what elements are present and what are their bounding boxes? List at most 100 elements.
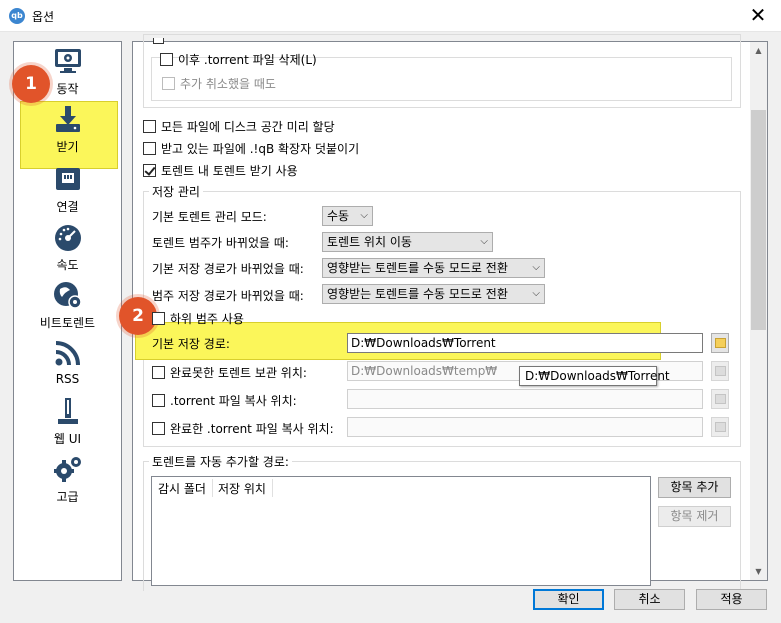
checkbox-box[interactable] — [162, 77, 175, 90]
sidebar-item-advanced[interactable]: 고급 — [14, 454, 121, 505]
checkbox-label: 완료못한 토렌트 보관 위치: — [170, 366, 307, 380]
browse-copy-torrent-button[interactable] — [711, 389, 729, 409]
watched-folders-table[interactable]: 감시 폴더 저장 위치 — [151, 476, 651, 586]
browse-default-path-button[interactable] — [711, 333, 729, 353]
category-path-changed-select[interactable]: 영향받는 토렌트를 수동 모드로 전환 ⌵ — [322, 284, 545, 304]
chevron-down-icon: ⌵ — [480, 236, 488, 247]
also-when-cancelled-checkbox[interactable]: 추가 취소했을 때도 — [162, 75, 276, 92]
column-divider — [212, 479, 213, 497]
content-scrollbar[interactable]: ▲ ▼ — [750, 42, 767, 580]
behavior-icon — [54, 49, 81, 73]
folder-icon — [715, 366, 726, 376]
add-watch-folder-button[interactable]: 항목 추가 — [658, 477, 731, 498]
checkbox-box[interactable] — [152, 422, 165, 435]
delete-torrent-after-checkbox[interactable]: 이후 .torrent 파일 삭제(L) — [160, 51, 317, 68]
sidebar-item-rss[interactable]: RSS — [14, 338, 121, 386]
column-divider — [272, 479, 273, 497]
sidebar-item-label: RSS — [55, 372, 80, 386]
select-value: 영향받는 토렌트를 수동 모드로 전환 — [327, 287, 508, 301]
checkbox-label: .torrent 파일 복사 위치: — [170, 394, 297, 408]
scrolled-checkbox — [153, 38, 164, 44]
default-mode-select[interactable]: 수동 ⌵ — [322, 206, 373, 226]
select-value: 수동 — [327, 209, 350, 223]
rss-icon — [55, 341, 80, 366]
sidebar-item-webui[interactable]: 웹 UI — [14, 396, 121, 447]
sidebar-item-label: 고급 — [56, 490, 79, 504]
browse-incomplete-path-button[interactable] — [711, 361, 729, 381]
folder-icon — [715, 338, 726, 348]
webui-icon — [57, 398, 78, 424]
bittorrent-icon — [53, 282, 82, 309]
checkbox-box[interactable] — [143, 142, 156, 155]
remove-watch-folder-button[interactable]: 항목 제거 — [658, 506, 731, 527]
default-save-path-input[interactable]: D:₩Downloads₩Torrent — [347, 333, 703, 353]
preallocate-checkbox[interactable]: 모든 파일에 디스크 공간 미리 할당 — [143, 118, 335, 135]
category-changed-select[interactable]: 토렌트 위치 이동 ⌵ — [322, 232, 493, 252]
default-path-changed-label: 기본 저장 경로가 바뀌었을 때: — [152, 262, 304, 276]
copy-torrent-files-input[interactable] — [347, 389, 703, 409]
default-save-path-label: 기본 저장 경로: — [152, 337, 230, 351]
sidebar-item-label: 연결 — [56, 200, 79, 214]
title-bar: qb 옵션 ✕ — [0, 0, 781, 32]
scroll-down-icon[interactable]: ▼ — [750, 563, 767, 580]
copy-torrent-files-checkbox[interactable]: .torrent 파일 복사 위치: — [152, 392, 297, 409]
append-qb-extension-checkbox[interactable]: 받고 있는 파일에 .!qB 확장자 덧붙이기 — [143, 140, 359, 157]
category-changed-label: 토렌트 범주가 바뀌었을 때: — [152, 236, 289, 250]
window-title: 옵션 — [32, 10, 55, 24]
sidebar-item-connection[interactable]: 연결 — [14, 164, 121, 215]
column-header-save-location[interactable]: 저장 위치 — [218, 480, 266, 497]
checkbox-label: 토렌트 내 토렌트 받기 사용 — [161, 164, 298, 178]
checkbox-box[interactable] — [152, 366, 165, 379]
chevron-down-icon: ⌵ — [360, 210, 368, 221]
recursive-download-checkbox[interactable]: 토렌트 내 토렌트 받기 사용 — [143, 162, 298, 179]
use-subcategories-checkbox[interactable]: 하위 범주 사용 — [152, 310, 244, 327]
connection-icon — [55, 168, 80, 190]
checkbox-box[interactable] — [143, 120, 156, 133]
sidebar-item-bittorrent[interactable]: 비트토렌트 — [14, 280, 121, 331]
advanced-icon — [53, 457, 81, 482]
sidebar-item-downloads[interactable]: 받기 — [14, 101, 121, 169]
checkbox-label: 받고 있는 파일에 .!qB 확장자 덧붙이기 — [161, 142, 360, 156]
chevron-down-icon: ⌵ — [532, 262, 540, 273]
checkbox-label: 이후 .torrent 파일 삭제(L) — [178, 53, 317, 67]
copy-finished-torrent-checkbox[interactable]: 완료한 .torrent 파일 복사 위치: — [152, 420, 334, 437]
scrollbar-thumb[interactable] — [751, 110, 766, 330]
sidebar-item-label: 비트토렌트 — [39, 316, 96, 330]
speed-icon — [54, 225, 81, 251]
checkbox-box[interactable] — [152, 312, 165, 325]
cancel-button[interactable]: 취소 — [614, 589, 685, 610]
qbittorrent-logo-icon: qb — [9, 8, 25, 24]
checkbox-label: 모든 파일에 디스크 공간 미리 할당 — [161, 120, 335, 134]
checkbox-label: 추가 취소했을 때도 — [180, 77, 276, 91]
checkbox-box[interactable] — [160, 53, 173, 66]
category-path-changed-label: 범주 저장 경로가 바뀌었을 때: — [152, 289, 304, 303]
copy-finished-torrent-input[interactable] — [347, 417, 703, 437]
annotation-badge-1: 1 — [12, 65, 50, 103]
sidebar-item-label: 받기 — [56, 140, 79, 154]
apply-button[interactable]: 적용 — [696, 589, 767, 610]
sidebar-item-label: 속도 — [56, 258, 79, 272]
options-sidebar: 동작 받기 연결 속도 비트토렌트 RSS 웹 UI 고급 — [13, 41, 122, 581]
default-path-changed-select[interactable]: 영향받는 토렌트를 수동 모드로 전환 ⌵ — [322, 258, 545, 278]
checkbox-label: 완료한 .torrent 파일 복사 위치: — [170, 422, 334, 436]
sidebar-item-label: 웹 UI — [53, 432, 82, 446]
browse-copy-finished-button[interactable] — [711, 417, 729, 437]
incomplete-location-checkbox[interactable]: 완료못한 토렌트 보관 위치: — [152, 364, 307, 381]
checkbox-box[interactable] — [143, 164, 156, 177]
sidebar-item-speed[interactable]: 속도 — [14, 222, 121, 273]
watched-folders-title: 토렌트를 자동 추가할 경로: — [149, 453, 292, 470]
checkbox-label: 하위 범주 사용 — [170, 312, 244, 326]
path-tooltip: D:₩Downloads₩Torrent — [519, 366, 670, 386]
saving-management-title: 저장 관리 — [149, 183, 203, 200]
close-button[interactable]: ✕ — [735, 0, 781, 32]
folder-icon — [715, 422, 726, 432]
checkbox-box[interactable] — [152, 394, 165, 407]
select-value: 영향받는 토렌트를 수동 모드로 전환 — [327, 261, 508, 275]
default-mode-label: 기본 토렌트 관리 모드: — [152, 210, 267, 224]
folder-icon — [715, 394, 726, 404]
ok-button[interactable]: 확인 — [533, 589, 604, 610]
download-icon — [55, 106, 80, 132]
scroll-up-icon[interactable]: ▲ — [750, 42, 767, 59]
column-header-watched-folder[interactable]: 감시 폴더 — [158, 480, 206, 497]
select-value: 토렌트 위치 이동 — [327, 235, 412, 249]
